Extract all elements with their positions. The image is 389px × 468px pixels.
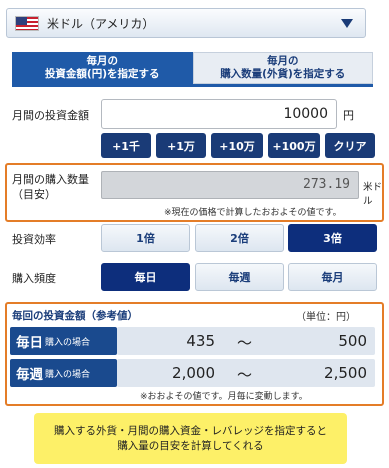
reference-range-separator: 〜 bbox=[237, 334, 253, 352]
frequency-monthly-button[interactable]: 毎月 bbox=[288, 263, 377, 291]
efficiency-2x-button[interactable]: 2倍 bbox=[195, 224, 284, 252]
reference-row-values: 2,000 〜 2,500 bbox=[117, 359, 375, 387]
currency-label: 米ドル（アメリカ） bbox=[47, 16, 155, 31]
frequency-label: 購入頻度 bbox=[12, 272, 56, 285]
reference-row-label: 毎週 購入の場合 bbox=[10, 359, 117, 387]
reference-row-suffix: 購入の場合 bbox=[45, 369, 91, 380]
efficiency-1x-button[interactable]: 1倍 bbox=[101, 224, 190, 252]
clear-button[interactable]: クリア bbox=[325, 133, 375, 158]
add-1k-button[interactable]: +1千 bbox=[101, 133, 151, 158]
reference-row-suffix: 購入の場合 bbox=[45, 337, 91, 348]
us-flag-icon bbox=[15, 15, 39, 31]
reference-min-value: 435 bbox=[186, 332, 215, 350]
reference-max-value: 2,500 bbox=[324, 364, 367, 382]
add-10k-button[interactable]: +1万 bbox=[156, 133, 206, 158]
frequency-weekly-button[interactable]: 毎週 bbox=[195, 263, 284, 291]
reference-row-freq: 毎日 bbox=[16, 335, 43, 351]
chevron-down-icon[interactable] bbox=[341, 19, 353, 28]
quantity-unit: 米ドル bbox=[363, 182, 383, 207]
currency-select[interactable]: 米ドル（アメリカ） bbox=[6, 8, 366, 38]
efficiency-3x-button[interactable]: 3倍 bbox=[288, 224, 377, 252]
callout-line1: 購入する外貨・月間の購入資金・レバレッジを指定すると bbox=[54, 424, 327, 437]
reference-row-values: 435 〜 500 bbox=[117, 327, 375, 355]
quantity-note: ※現在の価格で計算したおおよその値です。 bbox=[164, 208, 342, 218]
reference-note: ※おおよその値です。月毎に変動します。 bbox=[140, 392, 308, 402]
investment-amount-input[interactable]: 10000 bbox=[101, 99, 337, 129]
quantity-label: 月間の購入数量 bbox=[12, 173, 89, 186]
reference-row-freq: 毎週 bbox=[16, 367, 43, 383]
callout-line2: 購入量の目安を計算してくれる bbox=[117, 439, 264, 452]
frequency-daily-button[interactable]: 毎日 bbox=[101, 263, 190, 291]
reference-min-value: 2,000 bbox=[172, 364, 215, 382]
reference-title: 毎回の投資金額（参考値） bbox=[12, 310, 138, 322]
reference-row-label: 毎日 購入の場合 bbox=[10, 327, 117, 355]
tab-purchase-quantity[interactable]: 毎月の 購入数量(外貨)を指定する bbox=[192, 52, 373, 84]
efficiency-label: 投資効率 bbox=[12, 233, 56, 246]
investment-label: 月間の投資金額 bbox=[12, 109, 89, 122]
tab-underline bbox=[12, 84, 373, 87]
quantity-label-sub: （目安） bbox=[12, 188, 56, 201]
quantity-readout: 273.19 bbox=[101, 171, 359, 199]
reference-unit: （単位：円） bbox=[296, 312, 356, 323]
tab-purchase-quantity-line1: 毎月の bbox=[267, 55, 299, 67]
tab-purchase-quantity-line2: 購入数量(外貨)を指定する bbox=[220, 68, 346, 80]
reference-max-value: 500 bbox=[338, 332, 367, 350]
explanation-callout: 購入する外貨・月間の購入資金・レバレッジを指定すると 購入量の目安を計算してくれ… bbox=[34, 413, 347, 464]
tab-investment-amount-line1: 毎月の bbox=[86, 55, 119, 67]
mode-tabs: 毎月の 投資金額(円)を指定する 毎月の 購入数量(外貨)を指定する bbox=[12, 52, 373, 84]
tab-investment-amount-line2: 投資金額(円)を指定する bbox=[44, 68, 160, 80]
add-100k-button[interactable]: +10万 bbox=[211, 133, 263, 158]
add-1m-button[interactable]: +100万 bbox=[268, 133, 320, 158]
investment-unit: 円 bbox=[343, 109, 354, 122]
tab-investment-amount[interactable]: 毎月の 投資金額(円)を指定する bbox=[12, 52, 193, 84]
reference-range-separator: 〜 bbox=[237, 366, 253, 384]
